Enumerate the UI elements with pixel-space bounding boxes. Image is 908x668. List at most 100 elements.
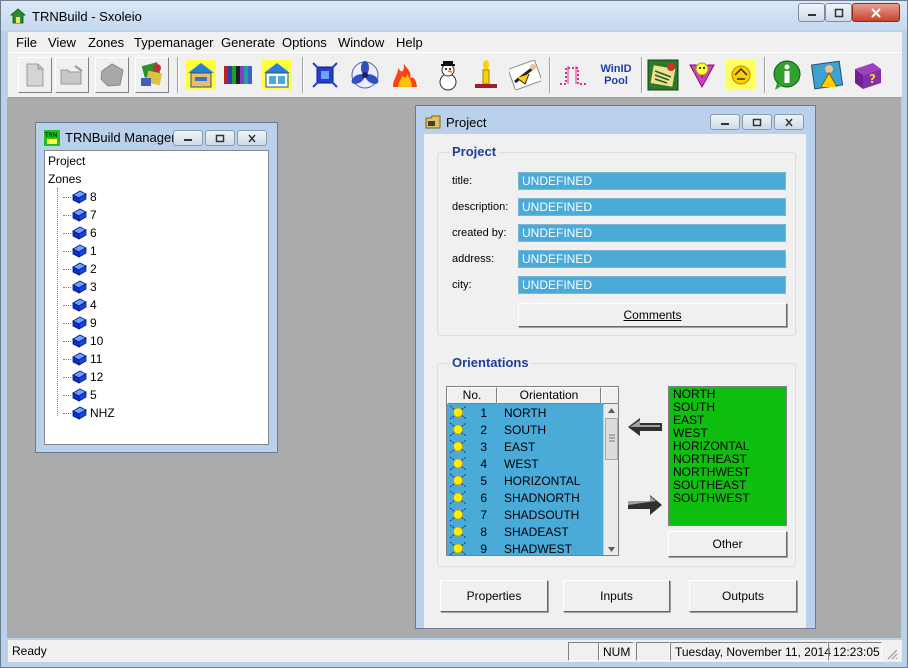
manager-title-bar[interactable]: TRN TRNBuild Manager <box>36 123 277 151</box>
tree-node-project[interactable]: Project <box>48 154 85 168</box>
table-row[interactable]: 1 NORTH <box>447 404 602 421</box>
properties-button-label: Properties <box>466 589 522 603</box>
title-field[interactable]: UNDEFINED <box>518 172 786 190</box>
manager-minimize-button[interactable] <box>173 130 203 146</box>
tree-node-zone[interactable]: 10 <box>63 332 103 350</box>
menu-options[interactable]: Options <box>282 35 327 50</box>
scroll-down-icon[interactable] <box>607 545 616 553</box>
tree-node-zone[interactable]: 1 <box>63 242 97 260</box>
heating-button[interactable] <box>388 57 422 93</box>
arrow-right-icon[interactable] <box>626 493 664 517</box>
library-button[interactable] <box>646 57 680 93</box>
table-row[interactable]: 5 HORIZONTAL <box>447 472 602 489</box>
manager-close-button[interactable] <box>237 130 267 146</box>
map-person-button[interactable] <box>810 57 844 93</box>
comments-button[interactable]: Comments <box>518 303 787 327</box>
properties-button[interactable]: Properties <box>440 580 548 612</box>
zone-label: 5 <box>90 388 97 402</box>
gains-button[interactable] <box>469 57 503 93</box>
table-row[interactable]: 4 WEST <box>447 455 602 472</box>
tree-node-zone[interactable]: 11 <box>63 350 102 368</box>
comfort-button[interactable] <box>508 57 542 93</box>
hat-tool-button[interactable] <box>686 57 720 93</box>
toolbar-separator <box>641 57 643 93</box>
tree-node-zone[interactable]: 2 <box>63 260 97 278</box>
tree-node-zones[interactable]: Zones <box>48 172 81 186</box>
column-header-no[interactable]: No. <box>447 387 497 404</box>
geometry-button[interactable] <box>308 57 342 93</box>
table-row[interactable]: 3 EAST <box>447 438 602 455</box>
city-field[interactable]: UNDEFINED <box>518 276 786 294</box>
menu-view[interactable]: View <box>48 35 76 50</box>
table-row[interactable]: 6 SHADNORTH <box>447 489 602 506</box>
status-panel-empty <box>568 642 600 661</box>
orientation-scrollbar[interactable] <box>603 404 618 555</box>
menu-help[interactable]: Help <box>396 35 423 50</box>
info-button[interactable] <box>770 57 804 93</box>
comfort-person-icon <box>509 60 541 90</box>
available-orientations-list[interactable]: NORTH SOUTH EAST WEST HORIZONTAL NORTHEAST NOR… <box>668 386 787 526</box>
table-row[interactable]: 7 SHADSOUTH <box>447 506 602 523</box>
tree-node-zone[interactable]: 12 <box>63 368 103 386</box>
tree-node-zone[interactable]: 8 <box>63 188 97 206</box>
other-button[interactable]: Other <box>668 531 787 557</box>
tree-node-zone[interactable]: NHZ <box>63 404 115 422</box>
cooling-button[interactable] <box>431 57 465 93</box>
close-button[interactable] <box>852 3 900 22</box>
arrow-left-icon[interactable] <box>626 416 664 438</box>
scroll-thumb[interactable] <box>605 418 618 460</box>
inputs-button[interactable]: Inputs <box>563 580 670 612</box>
scroll-up-icon[interactable] <box>607 407 616 415</box>
outputs-button[interactable]: Outputs <box>689 580 797 612</box>
manager-restore-button[interactable] <box>205 130 235 146</box>
resize-grip-icon[interactable] <box>886 648 898 660</box>
tree-node-zone[interactable]: 9 <box>63 314 97 332</box>
zone-tree[interactable]: Project Zones 8 7 6 1 2 3 4 9 10 11 12 5 NHZ <box>44 150 269 445</box>
address-field[interactable]: UNDEFINED <box>518 250 786 268</box>
menu-file[interactable]: File <box>16 35 37 50</box>
new-button[interactable] <box>18 57 52 93</box>
created-by-field[interactable]: UNDEFINED <box>518 224 786 242</box>
save-button[interactable] <box>95 57 129 93</box>
table-row[interactable]: 9 SHADWEST <box>447 540 602 555</box>
building-button[interactable] <box>184 57 218 93</box>
schedule-button[interactable] <box>556 57 590 93</box>
tree-node-zone[interactable]: 4 <box>63 296 97 314</box>
zone-cube-icon <box>72 334 87 348</box>
tree-node-zone[interactable]: 5 <box>63 386 97 404</box>
menu-generate[interactable]: Generate <box>221 35 275 50</box>
column-header-orientation[interactable]: Orientation <box>497 387 601 404</box>
tree-node-zone[interactable]: 3 <box>63 278 97 296</box>
sun-tool-button[interactable] <box>724 57 758 93</box>
minimize-button[interactable] <box>798 3 825 22</box>
menu-zones[interactable]: Zones <box>88 35 124 50</box>
orientation-table[interactable]: No. Orientation 1 NORTH 2 SOUTH 3 EAST 4 WEST 5 H… <box>446 386 619 556</box>
project-title-bar[interactable]: Project <box>416 106 815 134</box>
window-button[interactable] <box>260 57 294 93</box>
project-restore-button[interactable] <box>742 114 772 130</box>
description-field[interactable]: UNDEFINED <box>518 198 786 216</box>
open-button[interactable] <box>55 57 89 93</box>
table-row[interactable]: 8 SHADEAST <box>447 523 602 540</box>
winid-pool-button[interactable]: WinID Pool <box>596 57 636 93</box>
help-button[interactable]: ? <box>850 57 884 93</box>
minimize-icon <box>184 139 192 141</box>
project-minimize-button[interactable] <box>710 114 740 130</box>
restore-button[interactable] <box>825 3 852 22</box>
menu-typemanager[interactable]: Typemanager <box>134 35 214 50</box>
toolbar-separator <box>764 57 766 93</box>
ventilation-button[interactable] <box>348 57 382 93</box>
wall-layers-button[interactable] <box>221 57 255 93</box>
available-orientation-item[interactable]: SOUTHWEST <box>673 492 750 505</box>
table-row[interactable]: 2 SOUTH <box>447 421 602 438</box>
info-icon <box>773 60 801 90</box>
project-close-button[interactable] <box>774 114 804 130</box>
orientation-name: SHADEAST <box>504 525 569 539</box>
title-bar[interactable]: TRNBuild - Sxoleio <box>1 1 907 31</box>
print-button[interactable] <box>135 57 169 93</box>
winid-label: WinID <box>600 63 632 75</box>
menu-window[interactable]: Window <box>338 35 384 50</box>
tree-node-zone[interactable]: 7 <box>63 206 97 224</box>
tree-node-zone[interactable]: 6 <box>63 224 97 242</box>
sun-icon <box>449 405 467 420</box>
